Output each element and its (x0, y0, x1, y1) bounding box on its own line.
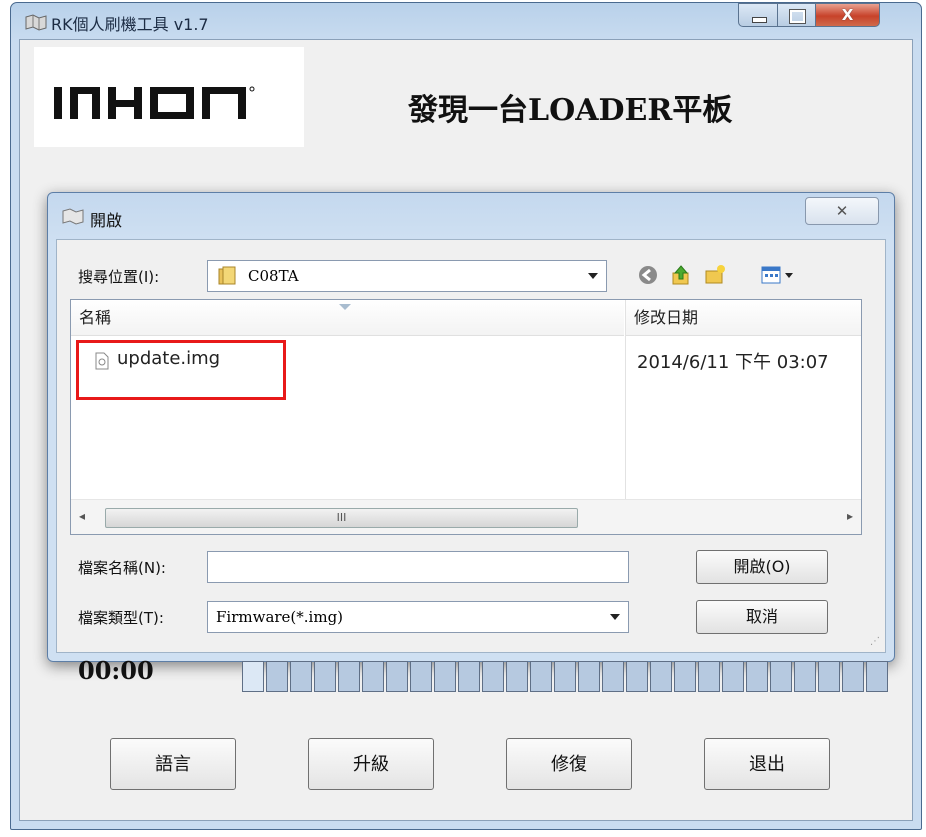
progress-segment (314, 661, 336, 692)
new-folder-icon[interactable] (704, 264, 726, 286)
repair-button[interactable]: 修復 (506, 738, 632, 790)
look-in-label: 搜尋位置(I): (78, 268, 160, 286)
progress-segment (866, 661, 888, 692)
filename-input[interactable] (207, 551, 629, 583)
column-header-name-label: 名稱 (79, 308, 112, 327)
timer: 00:00 (78, 656, 154, 685)
filename-label: 檔案名稱(N): (78, 559, 166, 577)
column-header-date-label: 修改日期 (634, 308, 699, 327)
title-bar[interactable]: RK個人刷機工具 v1.7 X (11, 3, 921, 39)
scroll-thumb[interactable]: III (105, 508, 578, 528)
inhon-logo (34, 47, 304, 147)
dialog-close-button[interactable]: ✕ (805, 197, 879, 225)
progress-segment (266, 661, 288, 692)
chevron-down-icon (610, 614, 620, 620)
progress-segment (602, 661, 624, 692)
view-menu-icon[interactable] (760, 264, 796, 286)
progress-segment (290, 661, 312, 692)
progress-segment (674, 661, 696, 692)
folder-icon (218, 266, 236, 285)
progress-segment (410, 661, 432, 692)
scroll-right-icon[interactable]: ▸ (847, 509, 853, 523)
look-in-value: C08TA (248, 267, 299, 285)
progress-segment (818, 661, 840, 692)
progress-segment (554, 661, 576, 692)
dialog-title: 開啟 (90, 211, 123, 230)
progress-segment (482, 661, 504, 692)
progress-segment (770, 661, 792, 692)
folder-open-icon (62, 208, 84, 225)
progress-segment (722, 661, 744, 692)
inhon-logo-graphic (54, 86, 255, 119)
scroll-thumb-grip: III (336, 511, 347, 524)
progress-segment (578, 661, 600, 692)
progress-segment (626, 661, 648, 692)
close-icon: ✕ (835, 202, 849, 220)
progress-segment (338, 661, 360, 692)
filetype-value: Firmware(*.img) (216, 608, 344, 626)
filetype-label: 檔案類型(T): (78, 609, 164, 627)
progress-segment (362, 661, 384, 692)
app-icon (25, 14, 47, 31)
sort-indicator-icon (339, 304, 351, 310)
scroll-left-icon[interactable]: ◂ (79, 509, 85, 523)
progress-segment (506, 661, 528, 692)
upgrade-button[interactable]: 升級 (308, 738, 434, 790)
chevron-down-icon (588, 273, 598, 279)
file-list[interactable]: 名稱 修改日期 update.img 2014/6/11 下午 03:07 ◂ … (70, 299, 862, 535)
status-title: 發現一台LOADER平板 (408, 93, 733, 128)
progress-segment (746, 661, 768, 692)
filetype-dropdown[interactable]: Firmware(*.img) (207, 601, 629, 633)
maximize-button[interactable] (778, 3, 816, 27)
language-button[interactable]: 語言 (110, 738, 236, 790)
horizontal-scrollbar[interactable]: ◂ III ▸ (71, 499, 861, 534)
progress-segment (530, 661, 552, 692)
back-icon[interactable] (637, 264, 659, 286)
progress-segment (650, 661, 672, 692)
open-button[interactable]: 開啟(O) (696, 550, 828, 584)
progress-segment (458, 661, 480, 692)
exit-button[interactable]: 退出 (704, 738, 830, 790)
cancel-button[interactable]: 取消 (696, 600, 828, 634)
close-button[interactable]: X (816, 3, 880, 27)
highlight-box (76, 340, 286, 400)
progress-segment (386, 661, 408, 692)
progress-segment (698, 661, 720, 692)
progress-segment (794, 661, 816, 692)
up-folder-icon[interactable] (670, 264, 692, 286)
column-divider (625, 300, 626, 500)
look-in-dropdown[interactable]: C08TA (207, 260, 607, 292)
close-icon: X (841, 6, 854, 24)
progress-bar (242, 661, 890, 692)
column-header-date[interactable]: 修改日期 (626, 300, 861, 336)
progress-segment (842, 661, 864, 692)
file-date: 2014/6/11 下午 03:07 (637, 352, 829, 373)
minimize-button[interactable] (738, 3, 778, 27)
progress-segment (434, 661, 456, 692)
window-title: RK個人刷機工具 v1.7 (51, 15, 209, 34)
progress-segment (242, 661, 264, 692)
